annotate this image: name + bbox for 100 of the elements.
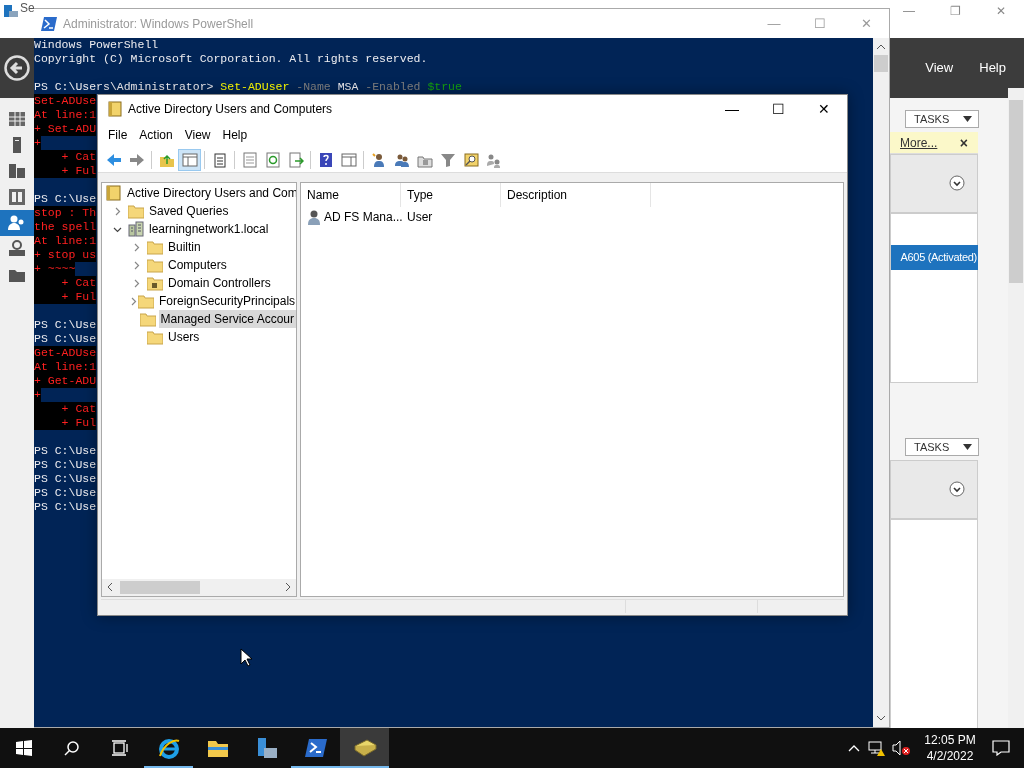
user-icon [307,209,321,225]
server-manager-icon [3,3,19,19]
window-title: Administrator: Windows PowerShell [63,15,254,33]
tree-item[interactable]: Users [166,328,202,346]
clock[interactable]: 12:05 PM 4/2/2022 [918,732,982,764]
book-icon [108,101,122,117]
column-header[interactable]: Description [501,183,651,207]
close-button[interactable]: × [959,135,968,150]
volume-muted-icon[interactable] [892,740,910,756]
refresh-icon [264,151,281,168]
tree-item[interactable]: Managed Service Accour [158,310,296,328]
tree-item[interactable]: Computers [166,256,229,274]
column-header[interactable]: Name [301,183,401,207]
menu-item[interactable]: Help [216,126,254,144]
chevron-up-icon[interactable] [848,744,860,752]
console-line: PS C:\Use [34,458,97,472]
clipboard-icon [211,151,228,168]
menu-item[interactable]: File [102,126,134,144]
search-icon [462,151,479,168]
tasks-button[interactable]: TASKS [905,110,979,128]
console-line: PS C:\Use [34,332,97,346]
expand-icon[interactable] [949,175,965,191]
browser-icon [156,736,181,760]
window-title: Active Directory Users and Computers [128,101,333,118]
pane-icon [181,151,198,168]
servers-icon [7,161,27,181]
scroll-right-icon[interactable] [286,583,291,591]
console-line: PS C:\Use [34,444,97,458]
toolbar-button[interactable] [178,148,201,171]
console-line: Copyright (C) Microsoft Corporation. All rights reserved. [34,52,428,66]
powershell-icon [41,16,57,31]
window-control-button[interactable]: ✕ [801,95,847,123]
caret-icon [963,444,972,450]
windows-icon [16,740,32,756]
list-row[interactable]: A605 (Activated) [891,245,978,270]
clock-time: 12:05 PM [924,732,976,748]
filter-icon [439,151,456,168]
cursor-icon [240,648,252,667]
tree-item[interactable]: Domain Controllers [166,274,273,292]
terminal-icon [303,736,328,760]
expand-icon[interactable] [949,481,965,497]
folder-icon [147,275,163,291]
window-control-button[interactable]: — [709,95,755,123]
menu-item[interactable]: View [178,126,217,144]
buildings-icon [128,221,144,237]
window-control-button[interactable]: ❐ [932,0,978,22]
chevron-right-icon[interactable] [129,296,138,306]
scroll-down-icon[interactable] [877,716,885,721]
menu-item[interactable]: Help [979,58,1006,78]
menu-item[interactable]: View [925,58,954,78]
menu-item[interactable]: Action [133,126,179,144]
search-icon [64,740,80,756]
tree-item[interactable]: ForeignSecurityPrincipals [157,292,296,310]
folder-icon [147,329,163,345]
scroll-up-icon[interactable] [877,44,885,49]
folder-icon [147,257,163,273]
notifications-icon[interactable] [992,740,1010,756]
roles-icon [7,187,27,207]
help-icon [317,151,334,168]
network-warning-icon[interactable] [868,740,886,756]
forward-arrow-icon [128,151,145,168]
book-icon [106,185,122,201]
user-icon [370,151,387,168]
export-icon [287,151,304,168]
table-cell-text: User [407,209,433,226]
folder-icon [139,311,156,327]
console-line: Windows PowerShell [34,38,159,52]
window-control-button[interactable]: ☐ [755,95,801,123]
tasks-button[interactable]: TASKS [905,438,979,456]
folder-icon [138,293,154,309]
network-icon [7,239,27,259]
scrollbar-thumb[interactable] [120,581,200,594]
pane-icon [340,151,357,168]
clock-date: 4/2/2022 [926,748,974,764]
window-title: Se [20,1,35,15]
folder-icon [128,203,144,219]
tree-item[interactable]: Active Directory Users and Com [125,184,296,202]
caret-icon [963,116,972,122]
nav-item[interactable] [0,210,34,236]
tree-item[interactable]: Saved Queries [147,202,231,220]
console-line: PS C:\Use [34,318,97,332]
tree-item[interactable]: learningnetwork1.local [147,220,271,238]
taskbar-app[interactable] [340,728,389,768]
column-header[interactable]: Type [401,183,501,207]
window-control-button[interactable]: ✕ [978,0,1024,22]
scrollbar-thumb[interactable] [874,55,888,72]
folder-icon [147,239,163,255]
console-line: PS C:\Use [34,472,97,486]
scrollbar-thumb[interactable] [1009,100,1023,283]
table-cell-text: AD FS Mana... [324,209,403,226]
back-arrow-icon [105,151,122,168]
console-line: PS C:\Use [34,192,97,206]
scroll-left-icon[interactable] [107,583,112,591]
task-view-icon [111,740,129,756]
tree-item[interactable]: Builtin [166,238,203,256]
console-line: PS C:\Use [34,500,97,514]
document-icon [241,151,258,168]
console-line: PS C:\Use [34,486,97,500]
window-control-button[interactable]: — [886,0,932,22]
more-link[interactable]: More... [900,133,938,152]
